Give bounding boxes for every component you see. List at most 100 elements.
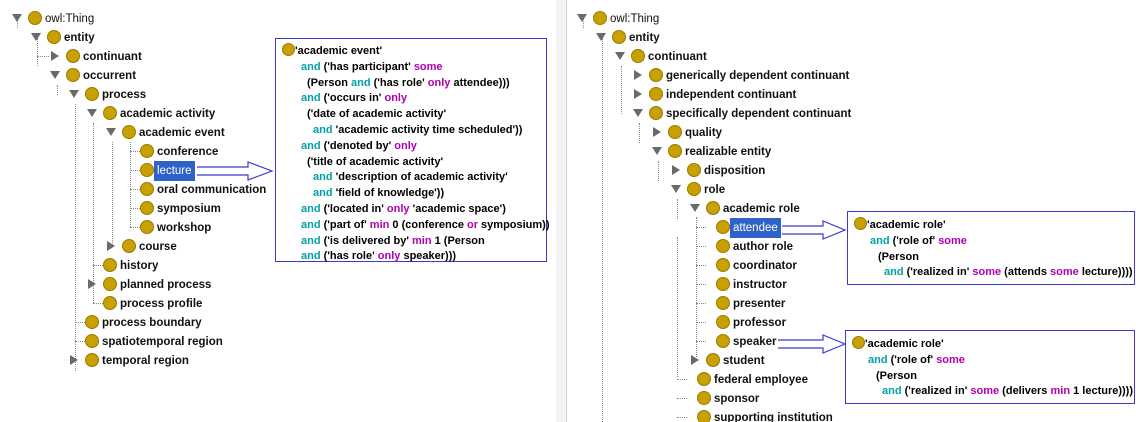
text-segment[interactable]: instructor <box>730 275 790 295</box>
pane-divider[interactable] <box>556 0 566 422</box>
text-segment: (attends <box>1001 266 1051 279</box>
expanded-triangle-icon[interactable] <box>50 71 60 79</box>
expanded-triangle-icon[interactable] <box>577 14 587 22</box>
text-segment[interactable]: federal employee <box>711 370 811 390</box>
text-segment[interactable]: attendee <box>730 218 781 238</box>
expression-line: (Person and ('has role' only attendee))) <box>276 76 546 92</box>
text-segment[interactable]: professor <box>730 313 789 333</box>
class-icon <box>85 87 99 101</box>
text-segment[interactable]: occurrent <box>80 66 139 86</box>
text-segment[interactable]: entity <box>61 28 98 48</box>
collapsed-triangle-icon[interactable] <box>634 70 642 80</box>
left-class-hierarchy-pane[interactable]: owl:Thing entity continuant occurrent pr… <box>0 0 557 422</box>
class-icon <box>716 220 730 234</box>
tree-connector-line <box>696 217 697 357</box>
expanded-triangle-icon[interactable] <box>633 109 643 117</box>
class-icon <box>47 30 61 44</box>
text-segment[interactable]: independent continuant <box>663 85 799 105</box>
text-segment[interactable]: realizable entity <box>682 142 774 162</box>
expanded-triangle-icon[interactable] <box>690 204 700 212</box>
text-segment: ('has role' <box>370 76 428 89</box>
collapsed-triangle-icon[interactable] <box>51 51 59 61</box>
collapsed-triangle-icon[interactable] <box>691 355 699 365</box>
text-segment[interactable]: spatiotemporal region <box>99 332 226 352</box>
text-segment[interactable]: student <box>720 351 768 371</box>
collapsed-triangle-icon[interactable] <box>88 279 96 289</box>
collapsed-triangle-icon[interactable] <box>672 165 680 175</box>
expanded-triangle-icon[interactable] <box>106 128 116 136</box>
class-icon <box>649 68 663 82</box>
text-segment[interactable]: course <box>136 237 180 257</box>
text-segment[interactable]: workshop <box>154 218 214 238</box>
text-segment[interactable]: continuant <box>80 47 145 67</box>
text-segment[interactable]: planned process <box>117 275 214 295</box>
expanded-triangle-icon[interactable] <box>652 147 662 155</box>
expanded-triangle-icon[interactable] <box>69 90 79 98</box>
text-segment: 'academic role' <box>865 338 944 350</box>
speaker-callout-arrow <box>778 334 847 354</box>
text-segment[interactable]: quality <box>682 123 725 143</box>
text-segment: ('role of' <box>889 234 939 247</box>
text-segment[interactable]: process <box>99 85 149 105</box>
text-segment[interactable]: owl:Thing <box>42 9 97 29</box>
text-segment[interactable]: process boundary <box>99 313 205 333</box>
class-icon <box>140 220 154 234</box>
class-icon <box>85 353 99 367</box>
text-segment[interactable]: process profile <box>117 294 205 314</box>
text-segment: and <box>301 60 321 73</box>
expanded-triangle-icon[interactable] <box>31 33 41 41</box>
lecture-definition-box: 'academic event' and ('has participant' … <box>275 38 550 262</box>
expanded-triangle-icon[interactable] <box>615 52 625 60</box>
text-segment: only <box>384 92 408 105</box>
collapsed-triangle-icon[interactable] <box>70 355 78 365</box>
expanded-triangle-icon[interactable] <box>87 109 97 117</box>
tree-connector-line <box>621 66 622 114</box>
text-segment[interactable]: specifically dependent continuant <box>663 104 854 124</box>
text-segment[interactable]: owl:Thing <box>607 9 662 29</box>
collapsed-triangle-icon[interactable] <box>653 127 661 137</box>
text-segment[interactable]: lecture <box>154 161 195 181</box>
text-segment[interactable]: history <box>117 256 161 276</box>
collapsed-triangle-icon[interactable] <box>107 241 115 251</box>
expression-line: and ('part of' min 0 (conference or symp… <box>276 218 550 234</box>
tree-connector-line <box>93 265 103 266</box>
tree-connector-line <box>93 303 103 304</box>
text-segment[interactable]: temporal region <box>99 351 192 371</box>
text-segment[interactable]: sponsor <box>711 389 762 409</box>
text-segment[interactable]: academic event <box>136 123 228 143</box>
text-segment: and <box>301 139 321 152</box>
text-segment[interactable]: academic role <box>720 199 803 219</box>
text-segment[interactable]: entity <box>626 28 663 48</box>
class-icon <box>687 182 701 196</box>
tree-connector-line <box>677 237 678 377</box>
class-icon <box>66 49 80 63</box>
expression-line: and ('denoted by' only <box>276 139 546 155</box>
text-segment[interactable]: symposium <box>154 199 224 219</box>
text-segment[interactable]: role <box>701 180 728 200</box>
expression-line: ('title of academic activity' <box>276 155 546 171</box>
tree-connector-line <box>677 379 687 380</box>
expression-line: and ('role of' some <box>848 234 1134 250</box>
right-class-hierarchy-pane[interactable]: owl:Thing entity continuant generically … <box>566 0 1136 422</box>
class-icon <box>706 353 720 367</box>
text-segment[interactable]: speaker <box>730 332 779 352</box>
text-segment[interactable]: academic activity <box>117 104 218 124</box>
text-segment: only <box>386 202 410 215</box>
text-segment[interactable]: continuant <box>645 47 710 67</box>
text-segment[interactable]: supporting institution <box>711 408 836 422</box>
text-segment[interactable]: conference <box>154 142 221 162</box>
class-icon <box>140 144 154 158</box>
collapsed-triangle-icon[interactable] <box>634 89 642 99</box>
text-segment[interactable]: disposition <box>701 161 768 181</box>
text-segment: 'academic role' <box>867 219 946 231</box>
text-segment: ('occurs in' <box>320 92 385 105</box>
expanded-triangle-icon[interactable] <box>12 14 22 22</box>
text-segment[interactable]: generically dependent continuant <box>663 66 852 86</box>
expanded-triangle-icon[interactable] <box>671 185 681 193</box>
text-segment[interactable]: coordinator <box>730 256 800 276</box>
text-segment: and <box>313 187 333 200</box>
class-icon <box>593 11 607 25</box>
text-segment[interactable]: presenter <box>730 294 788 314</box>
text-segment: (Person <box>878 250 919 263</box>
expanded-triangle-icon[interactable] <box>596 33 606 41</box>
